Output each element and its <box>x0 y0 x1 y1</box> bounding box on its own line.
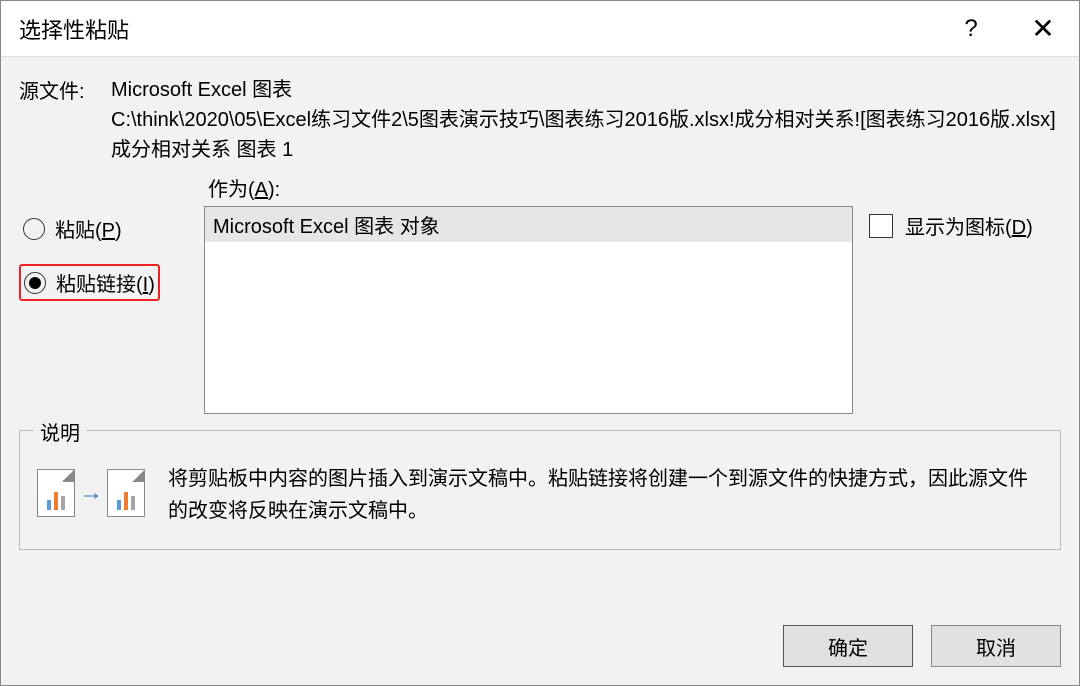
source-type: Microsoft Excel 图表 <box>111 75 1061 105</box>
document-chart-icon <box>37 469 75 517</box>
radio-paste-link-highlight: 粘贴链接(I) <box>19 264 160 301</box>
description-legend: 说明 <box>34 417 86 446</box>
close-button[interactable]: ✕ <box>1025 15 1061 43</box>
list-item[interactable]: Microsoft Excel 图表 对象 <box>205 207 852 242</box>
document-chart-icon <box>107 469 145 517</box>
titlebar: 选择性粘贴 ? ✕ <box>1 1 1079 57</box>
cancel-button[interactable]: 取消 <box>931 625 1061 667</box>
paste-link-icon: → <box>36 463 146 523</box>
ok-button[interactable]: 确定 <box>783 625 913 667</box>
as-listbox[interactable]: Microsoft Excel 图表 对象 <box>204 206 853 414</box>
source-value: Microsoft Excel 图表 C:\think\2020\05\Exce… <box>111 75 1061 165</box>
source-row: 源文件: Microsoft Excel 图表 C:\think\2020\05… <box>19 75 1061 165</box>
radio-paste-label: 粘贴(P) <box>55 214 122 243</box>
arrow-icon: → <box>79 479 103 507</box>
help-button[interactable]: ? <box>953 15 989 43</box>
as-column: 作为(A): Microsoft Excel 图表 对象 <box>204 173 853 414</box>
radio-circle-selected-icon <box>24 272 46 294</box>
radio-column: 粘贴(P) 粘贴链接(I) <box>19 173 204 414</box>
dialog-content: 源文件: Microsoft Excel 图表 C:\think\2020\05… <box>1 57 1079 611</box>
button-row: 确定 取消 <box>1 611 1079 685</box>
description-fieldset: 说明 → 将剪贴板中内容的图片插入到演示文稿中。粘贴链接将创建一个到源文件的快捷… <box>19 430 1061 550</box>
checkbox-display-as-icon[interactable]: 显示为图标(D) <box>869 211 1061 240</box>
icon-column: 显示为图标(D) <box>869 173 1061 414</box>
radio-paste-link[interactable]: 粘贴链接(I) <box>24 268 155 297</box>
as-label: 作为(A): <box>208 173 853 202</box>
radio-circle-icon <box>23 218 45 240</box>
dialog-title: 选择性粘贴 <box>19 13 129 45</box>
paste-special-dialog: 选择性粘贴 ? ✕ 源文件: Microsoft Excel 图表 C:\thi… <box>0 0 1080 686</box>
mid-area: 粘贴(P) 粘贴链接(I) 作为(A): Micr <box>19 173 1061 414</box>
source-label: 源文件: <box>19 75 111 165</box>
description-text: 将剪贴板中内容的图片插入到演示文稿中。粘贴链接将创建一个到源文件的快捷方式，因此… <box>168 463 1044 527</box>
radio-paste-link-label: 粘贴链接(I) <box>56 268 155 297</box>
checkbox-label: 显示为图标(D) <box>905 211 1033 240</box>
source-path: C:\think\2020\05\Excel练习文件2\5图表演示技巧\图表练习… <box>111 105 1061 165</box>
titlebar-controls: ? ✕ <box>953 15 1061 43</box>
checkbox-box-icon <box>869 214 893 238</box>
radio-paste[interactable]: 粘贴(P) <box>19 211 204 246</box>
description-row: → 将剪贴板中内容的图片插入到演示文稿中。粘贴链接将创建一个到源文件的快捷方式，… <box>36 449 1044 527</box>
